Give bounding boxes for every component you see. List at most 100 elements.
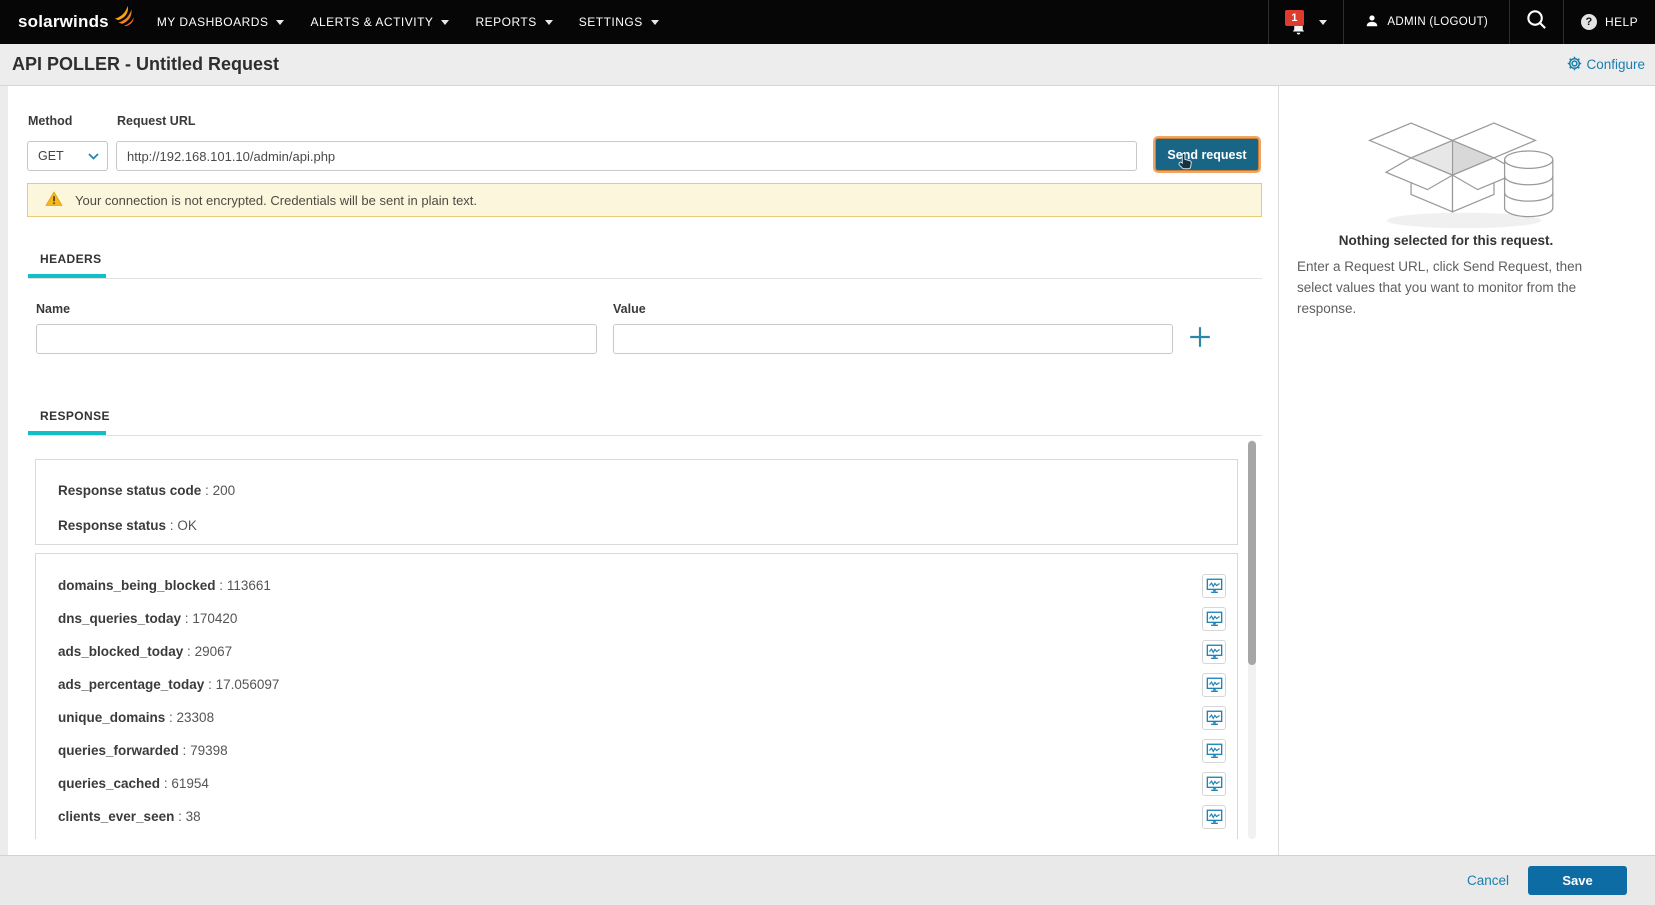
search-icon [1525, 8, 1548, 36]
nav-menu-item-label: SETTINGS [578, 15, 643, 29]
monitor-chart-icon [1206, 611, 1222, 626]
tab-headers[interactable]: HEADERS [40, 252, 101, 266]
response-field-row: domains_being_blocked : 113661 [36, 569, 1237, 602]
send-request-button[interactable]: Send request [1155, 138, 1259, 171]
nav-menu-item[interactable]: ALERTS & ACTIVITY [297, 0, 462, 44]
monitor-sidebar: Nothing selected for this request. Enter… [1278, 86, 1655, 855]
nav-menu-item-label: ALERTS & ACTIVITY [310, 15, 434, 29]
response-status-box: Response status code : 200 Response stat… [35, 459, 1238, 545]
footer-bar: Cancel Save [0, 855, 1655, 905]
open-box-illustration [1364, 98, 1569, 238]
monitor-chart-icon [1206, 710, 1222, 725]
response-status-code-line: Response status code : 200 [58, 483, 236, 498]
field-text: unique_domains : 23308 [58, 710, 215, 725]
response-field-row: ads_percentage_today : 17.056097 [36, 668, 1237, 701]
field-text: ads_percentage_today : 17.056097 [58, 677, 280, 692]
method-select[interactable]: GET [27, 141, 108, 171]
search-button[interactable] [1509, 0, 1563, 44]
nav-menu-item[interactable]: SETTINGS [566, 0, 672, 44]
notification-badge: 1 [1285, 10, 1304, 26]
field-text: domains_being_blocked : 113661 [58, 578, 271, 593]
response-scroll-area: Response status code : 200 Response stat… [28, 440, 1256, 839]
database-icon [1503, 150, 1554, 218]
plus-icon [1190, 327, 1210, 347]
response-status-line: Response status : OK [58, 518, 197, 533]
help-label: HELP [1605, 15, 1638, 29]
divider [28, 435, 1262, 436]
scrollbar-thumb[interactable] [1248, 441, 1256, 665]
header-name-label: Name [36, 302, 71, 316]
help-icon: ? [1581, 14, 1598, 30]
response-fields-box: domains_being_blocked : 113661 dns_queri… [35, 553, 1238, 839]
cancel-button[interactable]: Cancel [1467, 873, 1509, 888]
nav-menu-item[interactable]: MY DASHBOARDS [144, 0, 298, 44]
monitor-value-button[interactable] [1202, 705, 1226, 730]
main-menu: MY DASHBOARDS ALERTS & ACTIVITY REPORTS … [144, 0, 672, 44]
chevron-down-icon [544, 19, 553, 25]
monitor-value-button[interactable] [1202, 771, 1226, 796]
sidebar-heading: Nothing selected for this request. [1338, 233, 1554, 248]
scrollbar-track[interactable] [1248, 440, 1256, 839]
monitor-value-button[interactable] [1202, 573, 1226, 598]
method-select-value: GET [38, 149, 64, 163]
method-label: Method [28, 114, 73, 128]
chevron-down-icon [1319, 19, 1328, 25]
chevron-down-icon [441, 19, 450, 25]
monitor-value-button[interactable] [1202, 606, 1226, 631]
monitor-chart-icon [1206, 776, 1222, 791]
field-text: queries_forwarded : 79398 [58, 743, 228, 758]
monitor-value-button[interactable] [1202, 639, 1226, 664]
save-button[interactable]: Save [1528, 866, 1627, 895]
header-value-label: Value [613, 302, 646, 316]
monitor-chart-icon [1206, 743, 1222, 758]
add-header-button[interactable] [1188, 325, 1212, 349]
gear-icon [1567, 56, 1582, 74]
brand-text: solarwinds [18, 12, 109, 31]
monitor-chart-icon [1206, 578, 1222, 593]
warning-banner: Your connection is not encrypted. Creden… [27, 183, 1262, 217]
tab-response[interactable]: RESPONSE [40, 409, 110, 423]
configure-label: Configure [1586, 57, 1645, 72]
monitor-chart-icon [1206, 809, 1222, 824]
request-url-input[interactable] [116, 141, 1137, 171]
field-text: queries_cached : 61954 [58, 776, 209, 791]
app: solarwinds MY DASHBOARDS ALERTS & ACTIVI… [0, 0, 1655, 905]
page-title: API POLLER - Untitled Request [12, 54, 280, 74]
response-field-row: queries_forwarded : 79398 [36, 734, 1237, 767]
response-field-row: unique_domains : 23308 [36, 701, 1237, 734]
response-field-row: queries_cached : 61954 [36, 767, 1237, 800]
monitor-value-button[interactable] [1202, 672, 1226, 697]
top-nav: solarwinds MY DASHBOARDS ALERTS & ACTIVI… [0, 0, 1655, 44]
nav-right: 1 ADMIN (LOGOUT) ? HELP [1268, 0, 1655, 44]
header-value-input[interactable] [613, 324, 1173, 354]
help-button[interactable]: ? HELP [1563, 0, 1655, 44]
brand-logo[interactable]: solarwinds [0, 5, 136, 33]
person-icon [1365, 14, 1379, 31]
sidebar-body-text: Enter a Request URL, click Send Request,… [1297, 259, 1583, 316]
page-header: API POLLER - Untitled Request Configure [0, 44, 1655, 86]
account-menu[interactable]: ADMIN (LOGOUT) [1343, 0, 1509, 44]
nav-menu-item-label: REPORTS [475, 15, 537, 29]
field-text: clients_ever_seen : 38 [58, 809, 201, 824]
nav-menu-item[interactable]: REPORTS [462, 0, 565, 44]
monitor-value-button[interactable] [1202, 804, 1226, 829]
request-url-label: Request URL [117, 114, 196, 128]
response-field-row: clients_ever_seen : 38 [36, 800, 1237, 833]
response-field-row: ads_blocked_today : 29067 [36, 635, 1237, 668]
response-field-row: dns_queries_today : 170420 [36, 602, 1237, 635]
warning-text: Your connection is not encrypted. Creden… [75, 192, 478, 208]
account-label: ADMIN (LOGOUT) [1387, 16, 1489, 28]
notifications-button[interactable]: 1 [1268, 0, 1343, 44]
nav-menu-item-label: MY DASHBOARDS [156, 15, 269, 29]
monitor-chart-icon [1206, 677, 1222, 692]
warning-icon [45, 191, 63, 210]
solarwinds-flame-icon [112, 4, 136, 33]
field-text: dns_queries_today : 170420 [58, 611, 238, 626]
chevron-down-icon [650, 19, 659, 25]
field-text: ads_blocked_today : 29067 [58, 644, 233, 659]
configure-link[interactable]: Configure [1567, 56, 1645, 74]
sidebar-message: Nothing selected for this request. Enter… [1295, 233, 1597, 319]
header-name-input[interactable] [36, 324, 597, 354]
monitor-value-button[interactable] [1202, 738, 1226, 763]
chevron-down-icon [276, 19, 285, 25]
